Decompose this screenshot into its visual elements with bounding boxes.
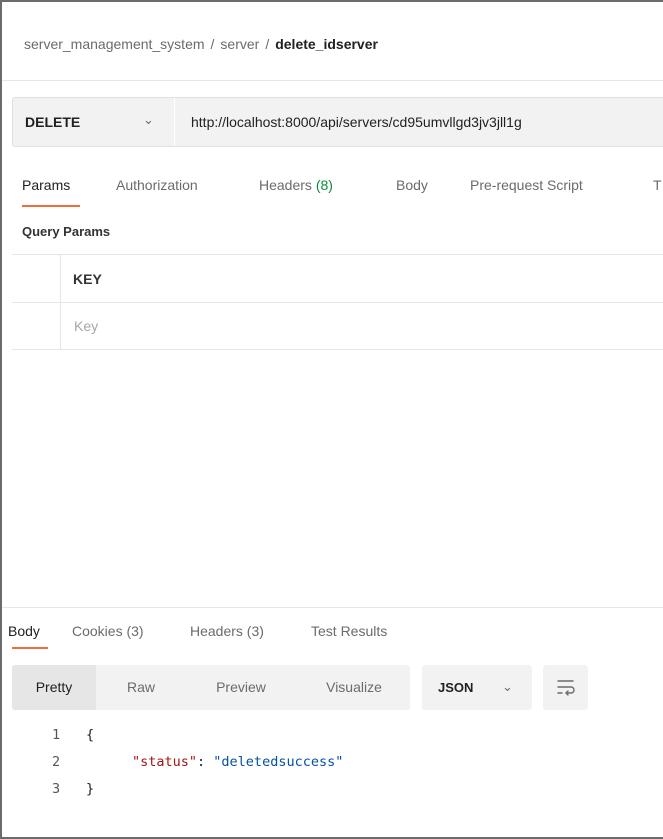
format-select[interactable]: JSON ⌄: [422, 665, 532, 710]
breadcrumb-separator: /: [210, 36, 215, 52]
json-colon: :: [197, 754, 214, 770]
code-line: {: [86, 727, 95, 743]
response-divider[interactable]: [2, 607, 663, 608]
chevron-down-icon: ⌄: [143, 112, 154, 127]
tab-body[interactable]: Body: [396, 177, 428, 193]
breadcrumb-folder[interactable]: server: [220, 36, 259, 52]
response-tab-headers[interactable]: Headers (3): [190, 623, 264, 639]
line-number: 2: [52, 754, 61, 770]
active-response-tab-indicator: [12, 647, 48, 649]
response-tab-test-results[interactable]: Test Results: [311, 623, 387, 639]
request-bar: DELETE ⌄ http://localhost:8000/api/serve…: [12, 97, 663, 147]
format-label: JSON: [438, 680, 474, 695]
tab-headers[interactable]: Headers (8): [259, 177, 333, 193]
view-raw-button[interactable]: Raw: [110, 665, 172, 710]
breadcrumb-request[interactable]: delete_idserver: [275, 36, 378, 52]
url-input[interactable]: http://localhost:8000/api/servers/cd95um…: [191, 114, 522, 130]
breadcrumb-separator: /: [265, 36, 270, 52]
divider: [2, 80, 663, 81]
view-visualize-button[interactable]: Visualize: [310, 665, 398, 710]
method-select[interactable]: DELETE ⌄: [13, 98, 175, 146]
json-value: "deletedsuccess": [213, 754, 344, 770]
tab-params[interactable]: Params: [22, 177, 70, 193]
code-line: }: [86, 781, 95, 797]
view-preview-button[interactable]: Preview: [196, 665, 286, 710]
postman-request-panel: server_management_system / server / delete_i…: [0, 0, 663, 839]
method-label: DELETE: [25, 114, 81, 130]
wrap-lines-button[interactable]: [543, 665, 588, 710]
tab-headers-label: Headers: [259, 177, 312, 193]
active-tab-indicator: [22, 205, 80, 207]
row-divider: [12, 302, 663, 303]
json-key: "status": [132, 754, 198, 770]
view-mode-bar: Pretty Raw Preview Visualize: [12, 665, 410, 710]
breadcrumb: server_management_system / server / delete_i…: [24, 36, 378, 52]
response-tab-cookies[interactable]: Cookies (3): [72, 623, 144, 639]
tab-authorization[interactable]: Authorization: [116, 177, 198, 193]
line-number: 3: [52, 781, 61, 797]
tab-tests[interactable]: T: [653, 177, 662, 193]
chevron-down-icon: ⌄: [502, 679, 513, 694]
breadcrumb-collection[interactable]: server_management_system: [24, 36, 205, 52]
line-number: 1: [52, 727, 61, 743]
key-input[interactable]: Key: [74, 318, 98, 334]
code-line: "status": "deletedsuccess": [132, 754, 343, 770]
query-params-table: KEY Key: [12, 254, 663, 350]
response-tab-body[interactable]: Body: [8, 623, 40, 639]
wrap-lines-icon: [557, 680, 575, 696]
tab-prerequest-script[interactable]: Pre-request Script: [470, 177, 583, 193]
tab-headers-count: (8): [315, 177, 333, 193]
query-params-title: Query Params: [22, 224, 111, 239]
key-column-header: KEY: [73, 271, 102, 287]
view-pretty-button[interactable]: Pretty: [12, 665, 96, 710]
